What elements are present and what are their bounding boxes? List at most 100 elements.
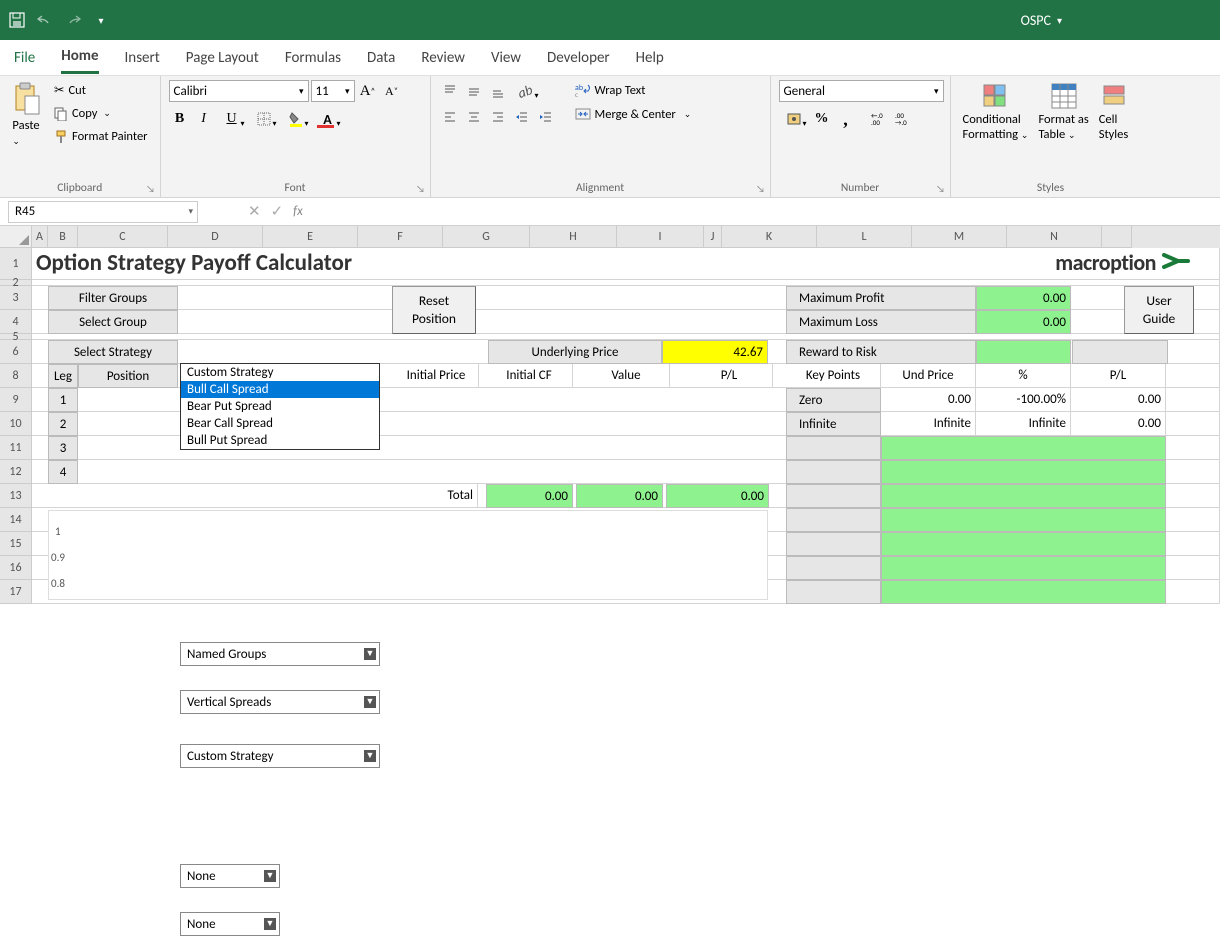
font-launcher-icon[interactable]: ↘ [414, 181, 428, 195]
merge-center-button[interactable]: Merge & Center⌄ [571, 104, 696, 124]
tab-page-layout[interactable]: Page Layout [186, 43, 259, 73]
paste-button[interactable]: Paste⌄ [8, 80, 44, 177]
col-header[interactable]: K [722, 226, 817, 248]
decrease-decimal-icon[interactable]: .00→.0 [893, 108, 915, 130]
row-header[interactable]: 15 [0, 532, 32, 556]
leg3-pos-select[interactable]: None [180, 864, 280, 888]
col-header[interactable] [1102, 226, 1132, 248]
clipboard-launcher-icon[interactable]: ↘ [144, 181, 158, 195]
comma-format-icon[interactable]: , [835, 108, 857, 130]
cancel-formula-icon[interactable]: ✕ [248, 202, 261, 221]
redo-icon[interactable] [64, 11, 82, 29]
fill-color-button[interactable] [281, 108, 311, 130]
leg4-pos-select[interactable]: None [180, 912, 280, 936]
tab-home[interactable]: Home [61, 41, 98, 74]
col-header[interactable]: B [48, 226, 78, 248]
orientation-icon[interactable]: ab [511, 80, 541, 102]
select-strategy-select[interactable]: Custom Strategy [180, 744, 380, 768]
wrap-text-icon: abc [575, 82, 591, 98]
tab-insert[interactable]: Insert [125, 43, 160, 73]
align-left-icon[interactable] [439, 106, 461, 128]
cut-button[interactable]: ✂Cut [50, 80, 152, 100]
tab-formulas[interactable]: Formulas [285, 43, 341, 73]
tab-file[interactable]: File [14, 43, 35, 73]
row-header[interactable]: 8 [0, 364, 32, 388]
strategy-option[interactable]: Bull Put Spread [181, 432, 379, 449]
row-header[interactable]: 6 [0, 340, 32, 364]
row-header[interactable]: 16 [0, 556, 32, 580]
wrap-text-button[interactable]: abcWrap Text [571, 80, 696, 100]
strategy-dropdown-list[interactable]: Custom StrategyBull Call SpreadBear Put … [180, 363, 380, 450]
strategy-option[interactable]: Bear Put Spread [181, 398, 379, 415]
italic-button[interactable]: I [193, 108, 215, 130]
accounting-format-icon[interactable] [779, 108, 809, 130]
col-header[interactable]: I [617, 226, 704, 248]
align-middle-icon[interactable] [463, 80, 485, 102]
row-header[interactable]: 10 [0, 412, 32, 436]
col-header[interactable]: H [530, 226, 617, 248]
col-header[interactable]: C [78, 226, 168, 248]
row-header[interactable]: 11 [0, 436, 32, 460]
align-right-icon[interactable] [487, 106, 509, 128]
bold-button[interactable]: B [169, 108, 191, 130]
filter-groups-select[interactable]: Named Groups [180, 642, 380, 666]
font-name-combo[interactable]: Calibri▾ [169, 80, 309, 102]
undo-icon[interactable] [36, 11, 54, 29]
accept-formula-icon[interactable]: ✓ [271, 202, 284, 221]
conditional-formatting-button[interactable]: ConditionalFormatting ⌄ [959, 80, 1033, 177]
align-bottom-icon[interactable] [487, 80, 509, 102]
decrease-indent-icon[interactable] [511, 106, 533, 128]
decrease-font-icon[interactable]: A˅ [381, 80, 403, 102]
increase-indent-icon[interactable] [535, 106, 557, 128]
row-header[interactable]: 3 [0, 286, 32, 310]
borders-button[interactable] [249, 108, 279, 130]
col-header[interactable]: E [263, 226, 358, 248]
underline-button[interactable]: U [217, 108, 247, 130]
col-header[interactable]: D [168, 226, 263, 248]
row-header[interactable]: 12 [0, 460, 32, 484]
col-header[interactable]: J [704, 226, 722, 248]
format-as-table-button[interactable]: Format asTable ⌄ [1034, 80, 1092, 177]
font-size-combo[interactable]: 11▾ [311, 80, 355, 102]
reward-risk-value [976, 340, 1071, 364]
row-header[interactable]: 9 [0, 388, 32, 412]
increase-font-icon[interactable]: A˄ [357, 80, 379, 102]
col-header[interactable]: N [1007, 226, 1102, 248]
align-top-icon[interactable] [439, 80, 461, 102]
tab-help[interactable]: Help [636, 43, 664, 73]
number-format-combo[interactable]: General▾ [779, 80, 944, 102]
percent-format-icon[interactable]: % [811, 108, 833, 130]
align-center-icon[interactable] [463, 106, 485, 128]
save-icon[interactable] [8, 11, 26, 29]
tab-review[interactable]: Review [421, 43, 465, 73]
qat-customize-icon[interactable]: ▾ [92, 11, 110, 29]
select-all-corner[interactable] [0, 226, 32, 248]
row-header[interactable]: 14 [0, 508, 32, 532]
col-header[interactable]: G [443, 226, 530, 248]
strategy-option[interactable]: Bear Call Spread [181, 415, 379, 432]
cell-styles-button[interactable]: CellStyles [1095, 80, 1133, 177]
tab-developer[interactable]: Developer [547, 43, 610, 73]
increase-decimal-icon[interactable]: ←.0.00 [869, 108, 891, 130]
fx-icon[interactable]: fx [293, 204, 303, 219]
col-header[interactable]: L [817, 226, 912, 248]
format-painter-button[interactable]: Format Painter [50, 127, 152, 146]
col-header[interactable]: F [358, 226, 443, 248]
name-box[interactable]: R45▾ [8, 201, 198, 223]
row-header[interactable]: 13 [0, 484, 32, 508]
reset-position-button[interactable]: Reset Position [392, 286, 476, 334]
row-header[interactable]: 17 [0, 580, 32, 604]
copy-button[interactable]: Copy⌄ [50, 104, 152, 123]
alignment-launcher-icon[interactable]: ↘ [754, 181, 768, 195]
col-header[interactable]: M [912, 226, 1007, 248]
strategy-option[interactable]: Custom Strategy [181, 364, 379, 381]
font-color-button[interactable]: A [313, 108, 343, 130]
tab-view[interactable]: View [491, 43, 521, 73]
select-group-select[interactable]: Vertical Spreads [180, 690, 380, 714]
user-guide-button[interactable]: User Guide [1124, 286, 1194, 334]
tab-data[interactable]: Data [367, 43, 395, 73]
underlying-price-value[interactable]: 42.67 [662, 340, 768, 364]
strategy-option[interactable]: Bull Call Spread [181, 381, 379, 398]
number-launcher-icon[interactable]: ↘ [934, 181, 948, 195]
col-header[interactable]: A [32, 226, 48, 248]
